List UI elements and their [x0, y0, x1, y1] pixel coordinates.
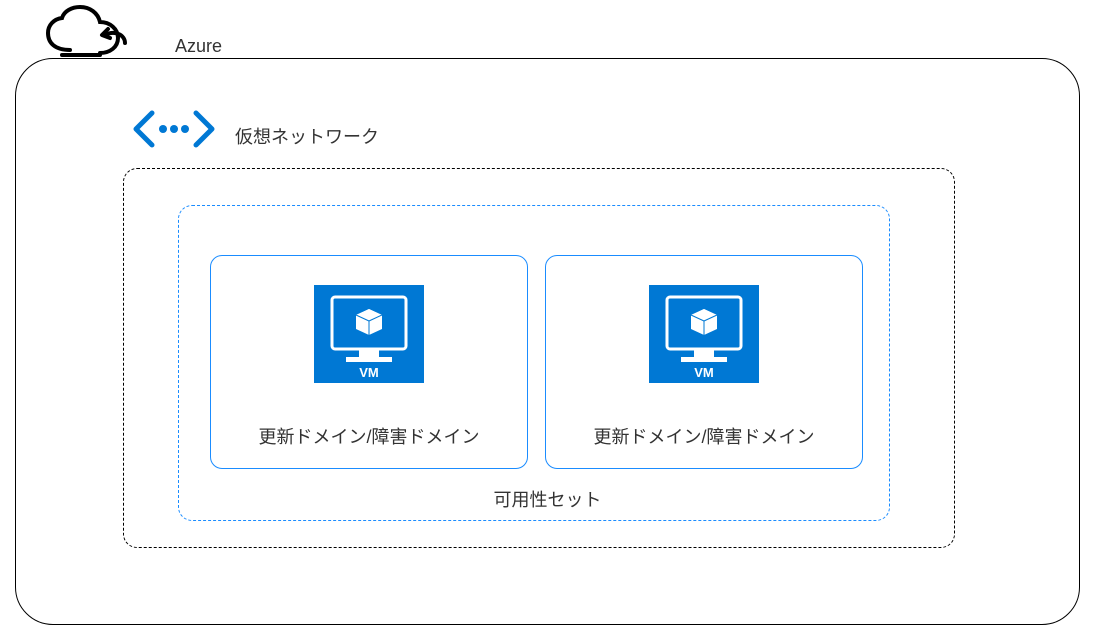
vm-icon: VM — [314, 285, 424, 388]
domain-label: 更新ドメイン/障害ドメイン — [594, 423, 815, 449]
vnet-icon — [130, 105, 218, 158]
svg-text:VM: VM — [694, 365, 714, 380]
azure-label: Azure — [175, 36, 222, 57]
domain-box: VM 更新ドメイン/障害ドメイン — [545, 255, 863, 469]
vnet-label: 仮想ネットワーク — [235, 123, 379, 149]
domain-label: 更新ドメイン/障害ドメイン — [259, 423, 480, 449]
availability-set-label: 可用性セット — [489, 486, 607, 512]
domain-box: VM 更新ドメイン/障害ドメイン — [210, 255, 528, 469]
vm-icon: VM — [649, 285, 759, 388]
svg-text:VM: VM — [359, 365, 379, 380]
cloud-icon — [40, 5, 145, 70]
